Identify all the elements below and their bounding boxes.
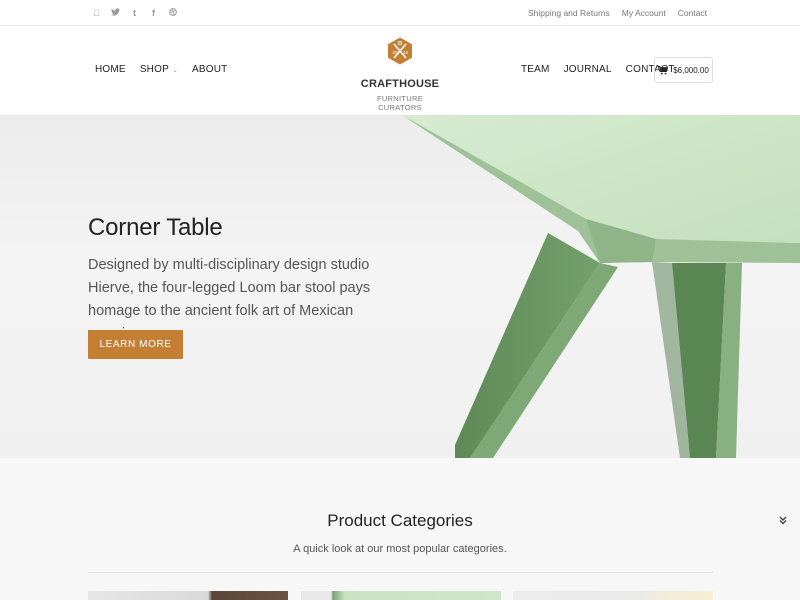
- site-header: HOME SHOP ⌄ ABOUT 20 16 CRAFTHOUSE FURNIT…: [0, 27, 800, 115]
- my-account-link[interactable]: My Account: [622, 8, 666, 18]
- logo-subtitle: FURNITURE CURATORS: [376, 94, 424, 112]
- utility-links: Shipping and Returns My Account Contact: [528, 8, 707, 18]
- main-nav-left: HOME SHOP ⌄ ABOUT: [95, 64, 227, 75]
- category-card[interactable]: [513, 591, 713, 600]
- apple-icon[interactable]: : [92, 7, 101, 19]
- nav-journal[interactable]: JOURNAL: [564, 64, 612, 75]
- section-subtitle: A quick look at our most popular categor…: [293, 543, 507, 555]
- nav-shop-label: SHOP: [139, 64, 169, 75]
- cart-button[interactable]: $6,000.00: [654, 57, 713, 83]
- social-links:  t f: [92, 7, 177, 19]
- top-bar:  t f Shipping and Returns My Account Co…: [0, 0, 800, 26]
- nav-home[interactable]: HOME: [95, 64, 126, 75]
- tumblr-icon[interactable]: t: [130, 7, 139, 19]
- logo-year-left: 20: [393, 50, 399, 55]
- nav-about-label: ABOUT: [192, 64, 228, 75]
- hero-title: Corner Table: [88, 214, 223, 241]
- nav-journal-label: JOURNAL: [563, 64, 612, 75]
- cart-total: $6,000.00: [673, 65, 709, 75]
- facebook-icon[interactable]: f: [149, 7, 158, 19]
- logo-badge-icon: 20 16: [388, 37, 412, 65]
- site-logo[interactable]: 20 16 CRAFTHOUSE FURNITURE CURATORS: [360, 37, 440, 112]
- product-categories-section: Product Categories A quick look at our m…: [0, 458, 800, 600]
- nav-home-label: HOME: [95, 64, 126, 75]
- twitter-icon[interactable]: [111, 7, 120, 19]
- main-nav-right: TEAM JOURNAL CONTACT: [521, 64, 675, 75]
- logo-title: CRAFTHOUSE: [360, 78, 440, 90]
- scroll-down-icon[interactable]: [778, 515, 788, 528]
- cart-icon: [658, 65, 669, 74]
- category-card[interactable]: [301, 591, 501, 600]
- nav-team[interactable]: TEAM: [521, 64, 550, 75]
- logo-year-right: 16: [403, 50, 409, 55]
- nav-about[interactable]: ABOUT: [192, 64, 227, 75]
- category-card[interactable]: [88, 591, 288, 600]
- chevron-down-icon: ⌄: [171, 66, 179, 74]
- shipping-returns-link[interactable]: Shipping and Returns: [528, 8, 610, 18]
- section-title: Product Categories: [327, 511, 473, 530]
- dribbble-icon[interactable]: [168, 7, 177, 19]
- nav-shop[interactable]: SHOP ⌄: [140, 64, 178, 75]
- nav-team-label: TEAM: [521, 64, 550, 75]
- learn-more-button[interactable]: LEARN MORE: [88, 330, 183, 359]
- contact-link-top[interactable]: Contact: [678, 8, 707, 18]
- hero-banner: Corner Table Designed by multi-disciplin…: [0, 115, 800, 458]
- section-divider: [88, 572, 713, 573]
